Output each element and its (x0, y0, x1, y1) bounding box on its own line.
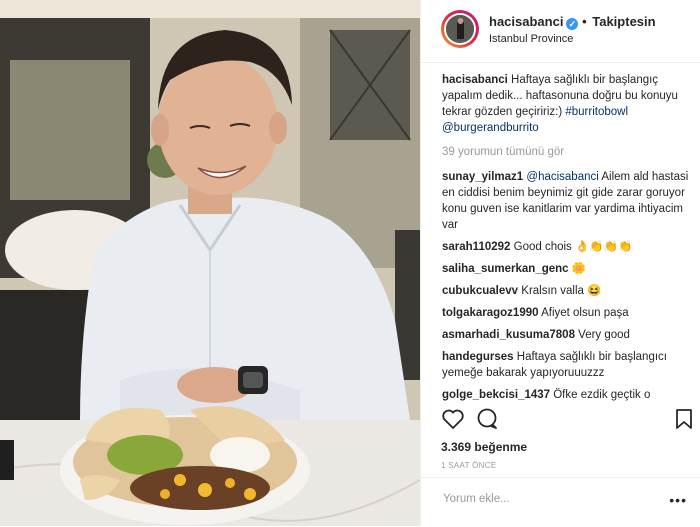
following-button[interactable]: Takiptesin (592, 14, 655, 29)
caption: hacisabanci Haftaya sağlıklı bir başlang… (442, 72, 694, 136)
comment-text: Öfke ezdik geçtik o (550, 389, 651, 401)
comment-username[interactable]: golge_bekcisi_1437 (442, 389, 550, 401)
comment-item: sarah110292 Good chois 👌👏👏👏 (442, 239, 694, 255)
bookmark-icon[interactable] (675, 408, 693, 435)
post-timestamp: 1 SAAT ÖNCE (441, 461, 497, 470)
comment-text: 🌼 (568, 263, 587, 275)
post-header: hacisabanci ✓ • Takiptesin Istanbul Provi… (421, 0, 700, 63)
comment-input[interactable] (441, 492, 645, 506)
comment-text: Afiyet olsun paşa (538, 307, 629, 319)
location-link[interactable]: Istanbul Province (489, 33, 573, 45)
comment-mention[interactable]: @hacisabanci (526, 171, 598, 183)
comment-text: Kralsın valla 😆 (518, 285, 602, 297)
comment-item: tolgakaragoz1990 Afiyet olsun paşa (442, 305, 694, 321)
post-image (0, 0, 420, 526)
post-photo[interactable] (0, 0, 420, 526)
comment-text: Very good (574, 329, 630, 341)
heart-icon[interactable] (441, 408, 465, 435)
username-link[interactable]: hacisabanci (489, 14, 563, 29)
comment-username[interactable]: cubukcualevv (442, 285, 518, 297)
caption-username[interactable]: hacisabanci (442, 74, 508, 86)
comment-username[interactable]: sunay_yilmaz1 (442, 171, 523, 183)
follow-separator: • (582, 14, 587, 29)
comments-section: hacisabanci Haftaya sağlıklı bir başlang… (442, 72, 694, 409)
hashtag-link[interactable]: #burritobowl (565, 106, 628, 118)
comment-text: Good chois 👌👏👏👏 (510, 241, 633, 253)
comment-username[interactable]: handegurses (442, 351, 514, 363)
mention-link[interactable]: @burgerandburrito (442, 122, 539, 134)
post-sidebar: hacisabanci ✓ • Takiptesin Istanbul Provi… (420, 0, 700, 526)
comment-item: asmarhadi_kusuma7808 Very good (442, 327, 694, 343)
more-options-icon[interactable]: ••• (669, 492, 687, 508)
comment-username[interactable]: sarah110292 (442, 241, 510, 253)
comment-item: cubukcualevv Kralsın valla 😆 (442, 283, 694, 299)
header-user-row: hacisabanci ✓ • Takiptesin (489, 14, 656, 30)
likes-count[interactable]: 3.369 beğenme (441, 440, 527, 454)
avatar[interactable] (441, 10, 479, 48)
comment-item: sunay_yilmaz1 @hacisabanci Ailem ald has… (442, 169, 694, 233)
view-all-comments-link[interactable]: 39 yorumun tümünü gör (442, 144, 694, 160)
comment-username[interactable]: tolgakaragoz1990 (442, 307, 539, 319)
action-bar (441, 408, 700, 434)
verified-check-icon: ✓ (566, 18, 579, 30)
comment-item: saliha_sumerkan_genc 🌼 (442, 261, 694, 277)
add-comment-bar: ••• (421, 477, 700, 527)
comment-username[interactable]: saliha_sumerkan_genc (442, 263, 569, 275)
comment-item: golge_bekcisi_1437 Öfke ezdik geçtik o (442, 387, 694, 403)
avatar-image (446, 15, 474, 43)
comment-item: handegurses Haftaya sağlıklı bir başlang… (442, 349, 694, 381)
comment-icon[interactable] (475, 408, 499, 435)
comment-username[interactable]: asmarhadi_kusuma7808 (442, 329, 575, 341)
